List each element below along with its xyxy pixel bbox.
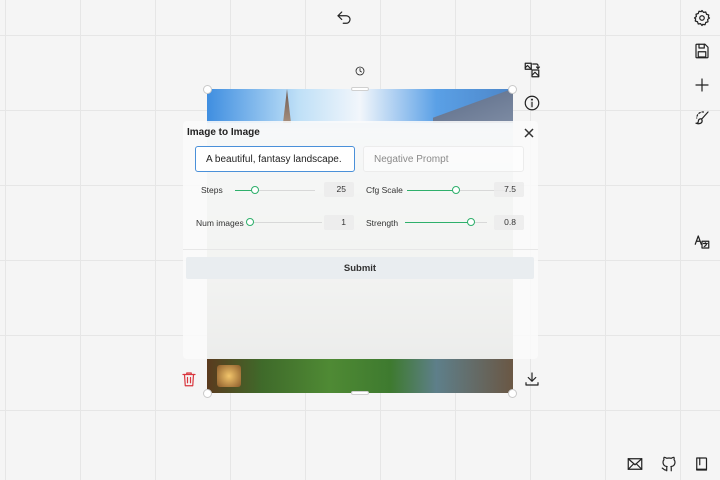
dialog-title: Image to Image [187, 127, 260, 138]
steps-slider[interactable] [235, 186, 315, 194]
strength-slider-fill [405, 222, 471, 223]
cfg-scale-value[interactable]: 7.5 [494, 182, 524, 197]
plus-icon[interactable] [690, 73, 714, 97]
resize-handle-bottom-right[interactable] [508, 389, 517, 398]
cfg-scale-slider-fill [407, 190, 456, 191]
github-icon[interactable] [657, 452, 681, 476]
translate-icon[interactable] [690, 230, 714, 254]
image-lantern [217, 365, 241, 387]
submit-button[interactable]: Submit [186, 257, 534, 279]
close-icon[interactable] [524, 125, 538, 139]
resize-handle-top[interactable] [351, 87, 369, 91]
cfg-scale-slider-thumb[interactable] [452, 186, 460, 194]
rotate-icon[interactable] [353, 64, 367, 78]
cfg-scale-label: Cfg Scale [366, 185, 403, 195]
resize-handle-bottom[interactable] [351, 391, 369, 395]
strength-value[interactable]: 0.8 [494, 215, 524, 230]
num-images-slider[interactable] [246, 218, 322, 226]
trash-icon[interactable] [177, 367, 201, 391]
image-foreground [207, 359, 513, 393]
cfg-scale-slider[interactable] [407, 186, 505, 194]
undo-icon[interactable] [332, 6, 356, 30]
resize-handle-top-right[interactable] [508, 85, 517, 94]
strength-label: Strength [366, 218, 399, 228]
prompt-input[interactable] [195, 146, 355, 172]
steps-label: Steps [201, 185, 223, 195]
steps-slider-thumb[interactable] [251, 186, 259, 194]
image-to-image-dialog: Image to Image Steps 25 Cfg Scale 7.5 Nu… [183, 121, 538, 359]
info-icon[interactable] [520, 91, 544, 115]
dialog-divider [183, 249, 538, 250]
save-icon[interactable] [690, 39, 714, 63]
resize-handle-bottom-left[interactable] [203, 389, 212, 398]
mail-icon[interactable] [623, 452, 647, 476]
num-images-slider-thumb[interactable] [246, 218, 254, 226]
num-images-label: Num images [196, 218, 244, 228]
book-icon[interactable] [690, 452, 714, 476]
download-icon[interactable] [520, 367, 544, 391]
image-to-image-icon[interactable] [520, 58, 544, 82]
brush-icon[interactable] [690, 106, 714, 130]
steps-value[interactable]: 25 [324, 182, 354, 197]
settings-icon[interactable] [690, 6, 714, 30]
image-mountain [433, 89, 513, 123]
negative-prompt-input[interactable] [363, 146, 524, 172]
strength-slider[interactable] [405, 218, 487, 226]
num-images-value[interactable]: 1 [324, 215, 354, 230]
resize-handle-top-left[interactable] [203, 85, 212, 94]
strength-slider-thumb[interactable] [466, 218, 475, 226]
